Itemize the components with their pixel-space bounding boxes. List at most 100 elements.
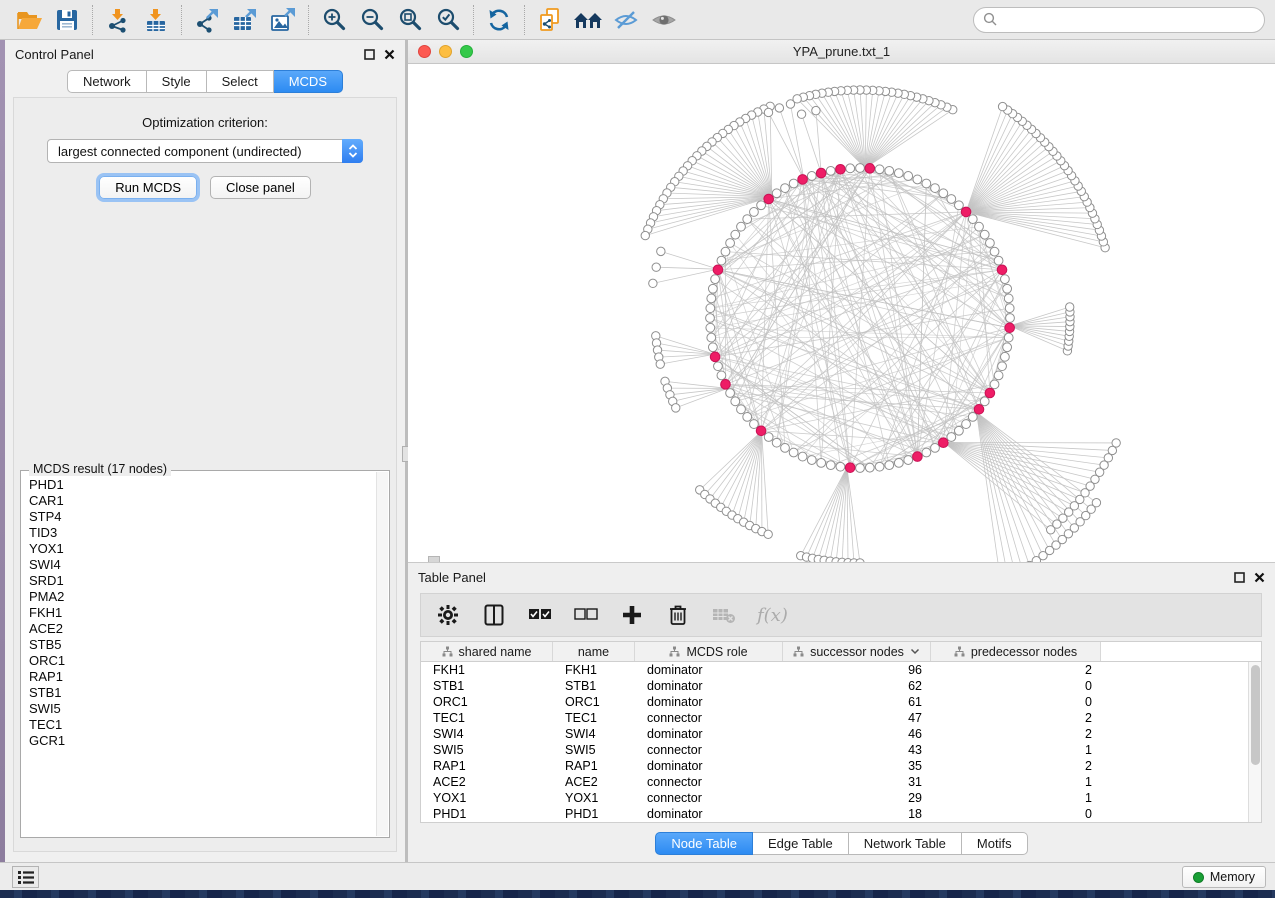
table-row[interactable]: RAP1RAP1dominator352 — [421, 758, 1248, 774]
table-cell[interactable]: ACE2 — [553, 774, 635, 790]
zoom-selected-button[interactable] — [429, 3, 467, 37]
table-row[interactable]: ACE2ACE2connector311 — [421, 774, 1248, 790]
table-row[interactable]: STB1STB1dominator620 — [421, 678, 1248, 694]
table-cell[interactable]: 1 — [931, 790, 1101, 806]
search-box[interactable] — [973, 7, 1265, 33]
mcds-list-scrollbar[interactable] — [376, 472, 388, 836]
mcds-result-item[interactable]: CAR1 — [29, 493, 375, 509]
table-cell[interactable]: 96 — [783, 662, 931, 678]
mcds-result-list[interactable]: PHD1CAR1STP4TID3YOX1SWI4SRD1PMA2FKH1ACE2… — [23, 473, 375, 835]
table-cell[interactable]: 46 — [783, 726, 931, 742]
table-cell[interactable]: 61 — [783, 694, 931, 710]
mcds-result-item[interactable]: SRD1 — [29, 573, 375, 589]
tab-network-table[interactable]: Network Table — [849, 832, 962, 855]
mcds-result-item[interactable]: PMA2 — [29, 589, 375, 605]
table-cell[interactable]: 47 — [783, 710, 931, 726]
table-cell[interactable]: 0 — [931, 694, 1101, 710]
column-header-predecessor-nodes[interactable]: predecessor nodes — [931, 642, 1101, 661]
mcds-result-item[interactable]: TID3 — [29, 525, 375, 541]
column-header-name[interactable]: name — [553, 642, 635, 661]
mcds-result-item[interactable]: ORC1 — [29, 653, 375, 669]
function-builder-button-disabled[interactable]: f(x) — [757, 605, 788, 626]
table-cell[interactable]: connector — [635, 790, 783, 806]
tab-network[interactable]: Network — [67, 70, 147, 93]
table-cell[interactable]: RAP1 — [553, 758, 635, 774]
table-cell[interactable]: 29 — [783, 790, 931, 806]
mcds-result-item[interactable]: SWI5 — [29, 701, 375, 717]
optimization-criterion-select[interactable]: largest connected component (undirected) — [47, 139, 363, 163]
table-cell[interactable]: dominator — [635, 694, 783, 710]
table-cell[interactable]: 2 — [931, 758, 1101, 774]
add-column-button[interactable] — [619, 602, 645, 628]
mcds-result-item[interactable]: ACE2 — [29, 621, 375, 637]
float-panel-icon[interactable] — [1234, 572, 1245, 583]
table-cell[interactable]: 0 — [931, 806, 1101, 822]
tab-edge-table[interactable]: Edge Table — [753, 832, 849, 855]
table-cell[interactable]: PHD1 — [421, 806, 553, 822]
mcds-result-item[interactable]: RAP1 — [29, 669, 375, 685]
table-cell[interactable]: SWI4 — [553, 726, 635, 742]
export-image-button[interactable] — [264, 3, 302, 37]
run-mcds-button[interactable]: Run MCDS — [99, 176, 197, 199]
mcds-result-item[interactable]: YOX1 — [29, 541, 375, 557]
delete-table-button-disabled[interactable] — [711, 602, 737, 628]
table-cell[interactable]: 62 — [783, 678, 931, 694]
zoom-out-button[interactable] — [353, 3, 391, 37]
table-cell[interactable]: 0 — [931, 678, 1101, 694]
table-row[interactable]: FKH1FKH1dominator962 — [421, 662, 1248, 678]
table-row[interactable]: SWI5SWI5connector431 — [421, 742, 1248, 758]
mcds-result-item[interactable]: TEC1 — [29, 717, 375, 733]
network-titlebar[interactable]: YPA_prune.txt_1 — [408, 40, 1275, 64]
clone-network-button[interactable] — [531, 3, 569, 37]
mcds-result-item[interactable]: PHD1 — [29, 477, 375, 493]
table-cell[interactable]: ACE2 — [421, 774, 553, 790]
mcds-result-item[interactable]: STB5 — [29, 637, 375, 653]
tab-node-table[interactable]: Node Table — [655, 832, 753, 855]
tab-style[interactable]: Style — [147, 70, 207, 93]
export-table-button[interactable] — [226, 3, 264, 37]
table-row[interactable]: SWI4SWI4dominator462 — [421, 726, 1248, 742]
table-cell[interactable]: 1 — [931, 742, 1101, 758]
close-panel-icon[interactable] — [384, 49, 395, 60]
network-graph[interactable] — [408, 64, 1275, 562]
table-cell[interactable]: 2 — [931, 710, 1101, 726]
table-cell[interactable]: STB1 — [421, 678, 553, 694]
close-panel-button[interactable]: Close panel — [210, 176, 311, 199]
column-header-successor-nodes[interactable]: successor nodes — [783, 642, 931, 661]
table-cell[interactable]: RAP1 — [421, 758, 553, 774]
mcds-result-item[interactable]: FKH1 — [29, 605, 375, 621]
table-cell[interactable]: 18 — [783, 806, 931, 822]
hide-selected-button[interactable] — [607, 3, 645, 37]
table-cell[interactable]: TEC1 — [553, 710, 635, 726]
table-cell[interactable]: ORC1 — [421, 694, 553, 710]
table-scrollbar-thumb[interactable] — [1251, 665, 1260, 765]
table-cell[interactable]: dominator — [635, 726, 783, 742]
table-cell[interactable]: dominator — [635, 758, 783, 774]
mcds-result-item[interactable]: GCR1 — [29, 733, 375, 749]
column-header-shared-name[interactable]: shared name — [421, 642, 553, 661]
show-all-button[interactable] — [645, 3, 683, 37]
table-cell[interactable]: FKH1 — [421, 662, 553, 678]
table-cell[interactable]: YOX1 — [553, 790, 635, 806]
table-cell[interactable]: PHD1 — [553, 806, 635, 822]
mcds-result-item[interactable]: STB1 — [29, 685, 375, 701]
open-file-button[interactable] — [10, 3, 48, 37]
table-cell[interactable]: 2 — [931, 726, 1101, 742]
table-settings-button[interactable] — [435, 602, 461, 628]
task-history-button[interactable] — [12, 866, 39, 888]
table-cell[interactable]: connector — [635, 710, 783, 726]
delete-column-button[interactable] — [665, 602, 691, 628]
table-cell[interactable]: FKH1 — [553, 662, 635, 678]
tab-mcds[interactable]: MCDS — [274, 70, 343, 93]
first-neighbors-button[interactable] — [569, 3, 607, 37]
table-cell[interactable]: dominator — [635, 806, 783, 822]
table-scrollbar[interactable] — [1248, 662, 1261, 822]
select-all-checkboxes-icon[interactable] — [527, 602, 553, 628]
table-cell[interactable]: SWI5 — [553, 742, 635, 758]
zoom-fit-button[interactable] — [391, 3, 429, 37]
mcds-result-item[interactable]: STP4 — [29, 509, 375, 525]
table-cell[interactable]: 1 — [931, 774, 1101, 790]
zoom-in-button[interactable] — [315, 3, 353, 37]
table-cell[interactable]: ORC1 — [553, 694, 635, 710]
table-cell[interactable]: connector — [635, 742, 783, 758]
